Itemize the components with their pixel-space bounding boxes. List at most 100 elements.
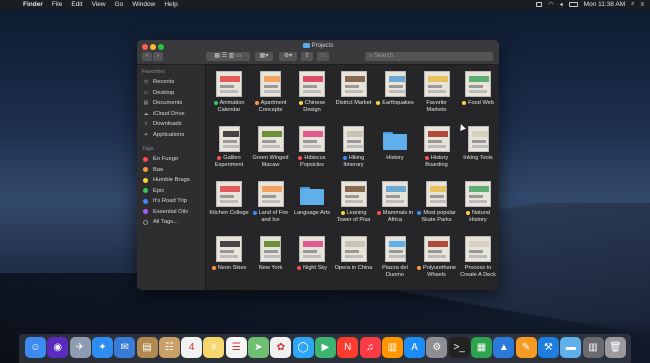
file-name: Natural History <box>458 210 498 223</box>
file-item[interactable]: Language Arts <box>292 181 332 217</box>
menu-help[interactable]: Help <box>164 1 177 8</box>
mail-icon[interactable]: ✉ <box>114 337 136 358</box>
launchpad-icon[interactable]: ✈ <box>69 337 91 358</box>
file-name: Earthquakes <box>375 100 415 107</box>
file-item[interactable]: Piazza del Duomo <box>375 236 415 278</box>
menu-finder[interactable]: Finder <box>23 1 43 8</box>
sidebar-item-label: Applications <box>153 131 185 138</box>
facetime-icon[interactable]: ▶ <box>314 337 336 358</box>
group-by-button[interactable]: ▦▾ <box>255 52 273 61</box>
news-icon[interactable]: N <box>337 337 359 358</box>
document-thumbnail <box>426 181 447 207</box>
file-item[interactable]: Opera in China <box>334 236 374 272</box>
sidebar-item-icloud-drive[interactable]: ☁ iCloud Drive <box>137 109 205 120</box>
file-item[interactable]: Favorite Markets <box>417 71 457 113</box>
file-item[interactable]: Animation Calendar <box>209 71 249 113</box>
music-icon[interactable]: ♫ <box>359 337 381 358</box>
sidebar-tag-en-fuego[interactable]: En Fuego <box>137 154 205 165</box>
sidebar-tag-bae[interactable]: Bae <box>137 165 205 176</box>
folder-icon[interactable]: ▬ <box>560 337 582 358</box>
finder-icon[interactable]: ☺ <box>25 337 46 358</box>
notes-icon[interactable]: ≡ <box>203 337 225 358</box>
reminders-icon[interactable]: ☰ <box>225 337 247 358</box>
file-item[interactable]: Mammals in Africa <box>375 181 415 223</box>
keynote-icon[interactable]: ▲ <box>493 337 515 358</box>
trash-icon[interactable]: 🗑 <box>604 337 626 358</box>
file-item[interactable]: Land of Fire and Ice <box>251 181 291 223</box>
file-item[interactable]: Earthquakes <box>375 71 415 107</box>
menu-file[interactable]: File <box>52 1 62 8</box>
file-item[interactable]: New York <box>251 236 291 272</box>
sidebar-tag-label: Bae <box>153 166 164 173</box>
file-item[interactable]: Kitchen College <box>209 181 249 217</box>
file-item[interactable]: Apartment Concepts <box>251 71 291 113</box>
sidebar-item-downloads[interactable]: ⇩ Downloads <box>137 119 205 130</box>
calendar-icon[interactable]: 4 <box>181 337 203 358</box>
file-item[interactable]: Night Sky <box>292 236 332 272</box>
maps-icon[interactable]: ➤ <box>248 337 269 358</box>
folder-icon <box>382 126 408 152</box>
terminal-icon[interactable]: >_ <box>448 337 470 358</box>
notification-center-icon[interactable]: ≡ <box>640 2 644 8</box>
airplay-icon[interactable] <box>536 2 543 7</box>
numbers-icon[interactable]: ▦ <box>471 337 492 358</box>
file-item[interactable]: History <box>375 126 415 162</box>
view-mode-segmented-control[interactable]: ▦ ☰ ▥ ▭ <box>206 52 250 61</box>
battery-icon[interactable] <box>568 2 578 7</box>
volume-icon[interactable]: ◂ <box>560 1 563 8</box>
file-item[interactable]: District Market <box>334 71 374 107</box>
safari-icon[interactable]: ✦ <box>91 337 113 358</box>
menu-go[interactable]: Go <box>115 1 124 8</box>
file-item[interactable]: Food Web <box>458 71 498 107</box>
file-item[interactable]: Neon Skies <box>209 236 249 272</box>
forward-button[interactable]: › <box>153 52 163 61</box>
menu-edit[interactable]: Edit <box>71 1 82 8</box>
siri-icon[interactable]: ◉ <box>47 337 69 358</box>
share-button[interactable]: ⇧ <box>301 52 313 61</box>
file-item[interactable]: Hiking Itinerary <box>334 126 374 168</box>
sidebar-item-desktop[interactable]: ▭ Desktop <box>137 88 205 99</box>
wifi-icon[interactable]: ◠ <box>548 1 553 8</box>
sidebar-tag-it-s-road-trip[interactable]: It's Road Trip <box>137 196 205 207</box>
file-item[interactable]: History Boarding <box>417 126 457 168</box>
messages-icon[interactable]: ◯ <box>292 337 314 358</box>
system-preferences-icon[interactable]: ⚙ <box>426 337 448 358</box>
file-item[interactable]: Process to Create A Deck <box>458 236 498 278</box>
spotlight-icon[interactable]: ⌕ <box>631 1 634 8</box>
file-item[interactable]: Hibiscus Popsicles <box>292 126 332 168</box>
photos-icon[interactable]: ✿ <box>270 337 292 358</box>
menu-view[interactable]: View <box>92 1 106 8</box>
file-item[interactable]: Chinese Design <box>292 71 332 113</box>
file-item[interactable]: Green Winged Macaw <box>251 126 291 168</box>
sidebar-tag-all-tags-[interactable]: All Tags... <box>137 217 205 228</box>
file-item[interactable]: Polyurethane Wheels <box>417 236 457 278</box>
sidebar-item-documents[interactable]: ▤ Documents <box>137 98 205 109</box>
books-icon[interactable]: ▥ <box>381 337 403 358</box>
menu-window[interactable]: Window <box>132 1 155 8</box>
tags-header: Tags <box>142 146 154 152</box>
contacts-icon[interactable]: ☷ <box>158 337 180 358</box>
file-item[interactable]: Most popular Skate Parks <box>417 181 457 223</box>
sidebar-tag-label: Epic <box>153 187 165 194</box>
sidebar-tag-humble-brags[interactable]: Humble Brags <box>137 175 205 186</box>
search-field[interactable]: ⌕ Search <box>365 52 493 61</box>
file-item[interactable]: Natural History <box>458 181 498 223</box>
sidebar-tag-epic[interactable]: Epic <box>137 186 205 197</box>
tags-button[interactable]: ◌ <box>317 52 329 61</box>
menu-bar: Finder File Edit View Go Window Help ◠ ◂… <box>0 0 650 9</box>
tag-dot <box>376 100 381 105</box>
pages-icon[interactable]: ✎ <box>515 337 537 358</box>
back-button[interactable]: ‹ <box>142 52 152 61</box>
action-gear-button[interactable]: ⚙▾ <box>279 52 297 61</box>
sidebar-item-applications[interactable]: ✦ Applications <box>137 130 205 141</box>
downloads-stack-icon[interactable]: ▥ <box>582 337 604 358</box>
file-item[interactable]: Inking Tools <box>458 126 498 162</box>
sidebar-tag-essential-oils[interactable]: Essential Oils <box>137 207 205 218</box>
xcode-icon[interactable]: ⚒ <box>537 337 559 358</box>
notes-book-icon[interactable]: ▤ <box>136 337 158 358</box>
app-store-icon[interactable]: A <box>404 337 426 358</box>
clock[interactable]: Mon 11:38 AM <box>584 1 625 8</box>
file-item[interactable]: Leaning Tower of Pisa <box>334 181 374 223</box>
file-item[interactable]: Galileo Experiment <box>209 126 249 168</box>
sidebar-item-recents[interactable]: ◷ Recents <box>137 77 205 88</box>
